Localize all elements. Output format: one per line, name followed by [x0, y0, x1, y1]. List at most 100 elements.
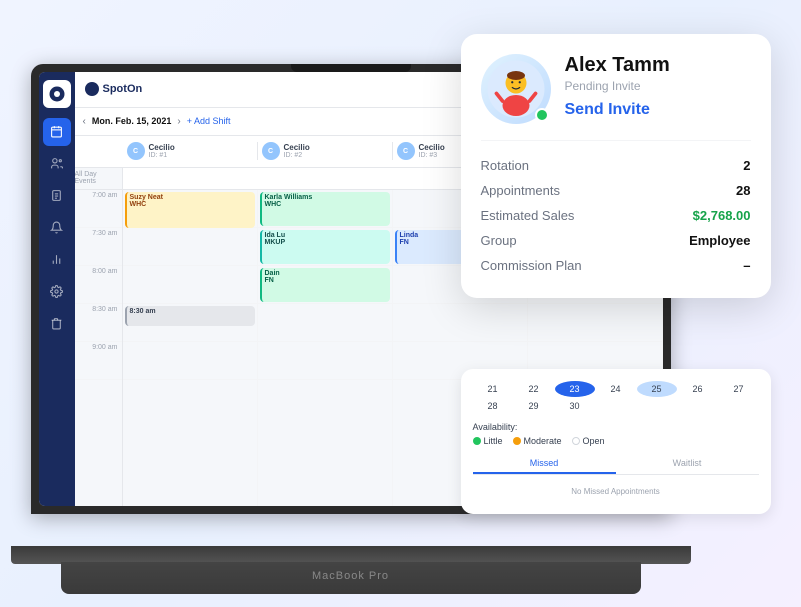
cal-date-26[interactable]: 26: [678, 381, 718, 397]
appt-name: Ida Lu: [265, 232, 387, 239]
calendar-date: Mon. Feb. 15, 2021: [92, 116, 172, 126]
stat-label-rotation: Rotation: [481, 158, 529, 173]
staff-avatar-3: C: [397, 142, 415, 160]
availability-section: Availability: Little Moderate Open: [473, 422, 759, 446]
cal-date-21[interactable]: 21: [473, 381, 513, 397]
avail-dot-little: [473, 437, 481, 445]
macbook-label: MacBook Pro: [312, 570, 389, 582]
time-slot-800: 8:00 am: [75, 266, 122, 304]
send-invite-button[interactable]: Send Invite: [565, 101, 650, 119]
staff-info-2: Cecilio ID: #2: [284, 143, 310, 159]
row-line: [258, 342, 392, 380]
avatar-wrapper: [481, 54, 551, 124]
avail-label-open: Open: [583, 436, 605, 446]
staff-id-3: ID: #3: [419, 152, 445, 159]
staff-id-1: ID: #1: [149, 152, 175, 159]
stat-value-rotation: 2: [743, 158, 750, 173]
avail-dot-moderate: [513, 437, 521, 445]
staff-col-2: C Cecilio ID: #2: [258, 142, 393, 160]
row-line: [123, 266, 257, 304]
grid-col-2: Karla Williams WHC Ida Lu MKUP Dain: [258, 190, 393, 506]
row-line: [258, 304, 392, 342]
spoton-logo: [43, 80, 71, 108]
stat-row-group: Group Employee: [481, 228, 751, 253]
avail-little: Little: [473, 436, 503, 446]
avail-open: Open: [572, 436, 605, 446]
app-sidebar: [39, 72, 75, 506]
stat-value-sales: $2,768.00: [693, 208, 751, 223]
sidebar-item-clipboard[interactable]: [43, 182, 71, 210]
staff-name-3: Cecilio: [419, 143, 445, 152]
sidebar-item-people[interactable]: [43, 150, 71, 178]
appointment-830[interactable]: 8:30 am: [125, 306, 255, 326]
cal-date-28[interactable]: 28: [473, 398, 513, 414]
tab-waitlist[interactable]: Waitlist: [616, 454, 759, 474]
sidebar-item-analytics[interactable]: [43, 246, 71, 274]
staff-avatar-2: C: [262, 142, 280, 160]
appointment-dain[interactable]: Dain FN: [260, 268, 390, 302]
sidebar-item-settings[interactable]: [43, 278, 71, 306]
stat-label-appointments: Appointments: [481, 183, 561, 198]
camera-notch: [291, 64, 411, 72]
staff-id-2: ID: #2: [284, 152, 310, 159]
row-line: [123, 342, 257, 380]
appt-service: MKUP: [265, 239, 387, 246]
scene: SpotOn Book Now ‹ Mon. Feb. 15, 2021 › +…: [11, 14, 791, 594]
row-line: [528, 304, 662, 342]
appt-name: Suzy Neat: [130, 194, 252, 201]
stat-value-group: Employee: [689, 233, 750, 248]
time-slot-730: 7:30 am: [75, 228, 122, 266]
sidebar-item-notifications[interactable]: [43, 214, 71, 242]
time-labels: All Day Events 7:00 am 7:30 am 8:00 am 8…: [75, 168, 123, 506]
stat-label-commission: Commission Plan: [481, 258, 582, 273]
stat-label-group: Group: [481, 233, 517, 248]
stat-row-commission: Commission Plan –: [481, 253, 751, 278]
avail-label-moderate: Moderate: [524, 436, 562, 446]
staff-info-1: Cecilio ID: #1: [149, 143, 175, 159]
appointment-ida[interactable]: Ida Lu MKUP: [260, 230, 390, 264]
no-appointments-text: No Missed Appointments: [473, 481, 759, 502]
prev-day-arrow[interactable]: ‹: [83, 116, 86, 127]
profile-header: Alex Tamm Pending Invite Send Invite: [481, 54, 751, 124]
cal-date-22[interactable]: 22: [514, 381, 554, 397]
appt-name: Karla Williams: [265, 194, 387, 201]
cal-date-29[interactable]: 29: [514, 398, 554, 414]
staff-info-3: Cecilio ID: #3: [419, 143, 445, 159]
missed-tabs: Missed Waitlist: [473, 454, 759, 475]
stat-value-commission: –: [743, 258, 750, 273]
next-day-arrow[interactable]: ›: [177, 116, 180, 127]
cal-date-23[interactable]: 23: [555, 381, 595, 397]
sidebar-item-trash[interactable]: [43, 310, 71, 338]
profile-card: Alex Tamm Pending Invite Send Invite Rot…: [461, 34, 771, 298]
stat-label-sales: Estimated Sales: [481, 208, 575, 223]
all-day-label: All Day Events: [75, 168, 122, 190]
appt-service: WHC: [265, 201, 387, 208]
grid-col-1: Suzy Neat WHC 8:30 am: [123, 190, 258, 506]
cal-date-25[interactable]: 25: [637, 381, 677, 397]
appt-name: Dain: [265, 270, 387, 277]
time-slot-700: 7:00 am: [75, 190, 122, 228]
stat-row-appointments: Appointments 28: [481, 178, 751, 203]
cal-date-30[interactable]: 30: [555, 398, 595, 414]
stat-value-appointments: 28: [736, 183, 750, 198]
sidebar-item-calendar[interactable]: [43, 118, 71, 146]
tab-missed[interactable]: Missed: [473, 454, 616, 474]
appointment-karla[interactable]: Karla Williams WHC: [260, 192, 390, 226]
appt-time: 8:30 am: [130, 308, 252, 315]
cal-date-27[interactable]: 27: [719, 381, 759, 397]
staff-name-1: Cecilio: [149, 143, 175, 152]
staff-col-1: C Cecilio ID: #1: [123, 142, 258, 160]
all-day-text: All Day Events: [75, 171, 118, 185]
mini-calendar-card: 21 22 23 24 25 26 27 28 29 30 Availabili…: [461, 369, 771, 514]
row-line: [123, 228, 257, 266]
cal-date-24[interactable]: 24: [596, 381, 636, 397]
profile-status: Pending Invite: [565, 79, 751, 93]
profile-stats: Rotation 2 Appointments 28 Estimated Sal…: [481, 140, 751, 278]
appointment-suzy[interactable]: Suzy Neat WHC: [125, 192, 255, 228]
add-shift-button[interactable]: + Add Shift: [187, 116, 231, 126]
brand-text: SpotOn: [103, 83, 143, 95]
brand-dot: [85, 82, 99, 96]
appt-service: FN: [265, 277, 387, 284]
mini-cal-grid: 21 22 23 24 25 26 27 28 29 30: [473, 381, 759, 414]
online-status-dot: [535, 108, 549, 122]
